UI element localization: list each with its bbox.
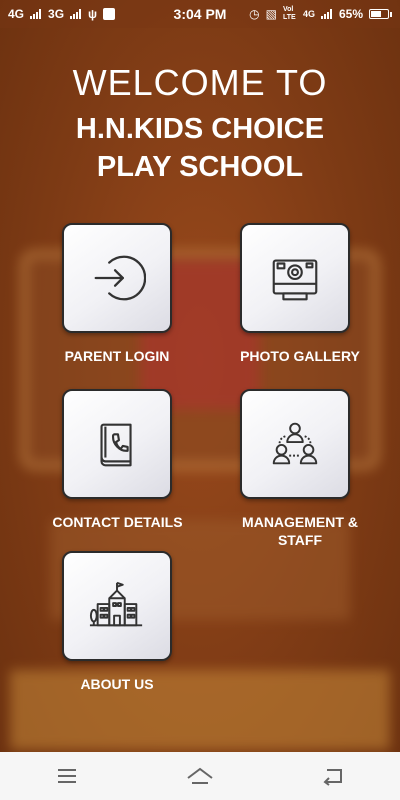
school-building-icon <box>89 581 143 627</box>
photo-gallery-button[interactable] <box>240 223 350 333</box>
about-us-label[interactable]: ABOUT US <box>52 675 182 693</box>
about-us-button[interactable] <box>62 551 172 661</box>
home-button[interactable] <box>180 761 220 791</box>
vibrate-icon: ▧ <box>265 7 277 21</box>
alarm-icon: ◷ <box>249 7 260 21</box>
contact-details-button[interactable] <box>62 389 172 499</box>
signal-icon-3 <box>320 9 333 19</box>
menu-button[interactable] <box>47 761 87 791</box>
signal-icon <box>30 9 42 19</box>
status-bar: 4G 3G ψ 3:04 PM ◷ ▧ Vol LTE 4G 65% <box>0 0 400 28</box>
volte-indicator: Vol LTE <box>282 6 296 21</box>
signal-icon-2 <box>70 9 82 19</box>
login-icon <box>94 255 146 301</box>
network-type-2: 3G <box>48 7 65 21</box>
welcome-text: WELCOME TO <box>72 62 328 103</box>
menu-icon <box>57 769 76 783</box>
photo-gallery-label[interactable]: PHOTO GALLERY <box>225 347 375 365</box>
school-name-line1: H.N.KIDS CHOICE <box>75 113 325 145</box>
team-icon <box>272 422 318 465</box>
back-button[interactable] <box>313 761 353 791</box>
battery-percent: 65% <box>338 7 363 21</box>
parent-login-button[interactable] <box>62 223 172 333</box>
notification-icon <box>103 8 116 20</box>
management-staff-label[interactable]: MANAGEMENT & STAFF <box>225 513 375 549</box>
home-icon <box>187 767 213 784</box>
management-staff-label-line1: MANAGEMENT & <box>242 514 358 530</box>
camera-icon <box>272 259 318 301</box>
battery-icon <box>369 9 392 19</box>
phone-book-icon <box>100 423 132 467</box>
school-name-line2: PLAY SCHOOL <box>96 151 304 183</box>
contact-details-label[interactable]: CONTACT DETAILS <box>40 513 195 531</box>
management-staff-label-line2: STAFF <box>277 532 323 548</box>
management-staff-button[interactable] <box>240 389 350 499</box>
welcome-header: WELCOME TO H.N.KIDS CHOICE PLAY SCHOOL <box>0 62 400 186</box>
back-icon <box>323 769 343 786</box>
network-type-1: 4G <box>8 7 25 21</box>
usb-icon: ψ <box>88 7 98 21</box>
parent-login-label[interactable]: PARENT LOGIN <box>52 347 182 365</box>
system-navigation-bar <box>0 752 400 800</box>
network-type-3: 4G <box>302 9 315 19</box>
